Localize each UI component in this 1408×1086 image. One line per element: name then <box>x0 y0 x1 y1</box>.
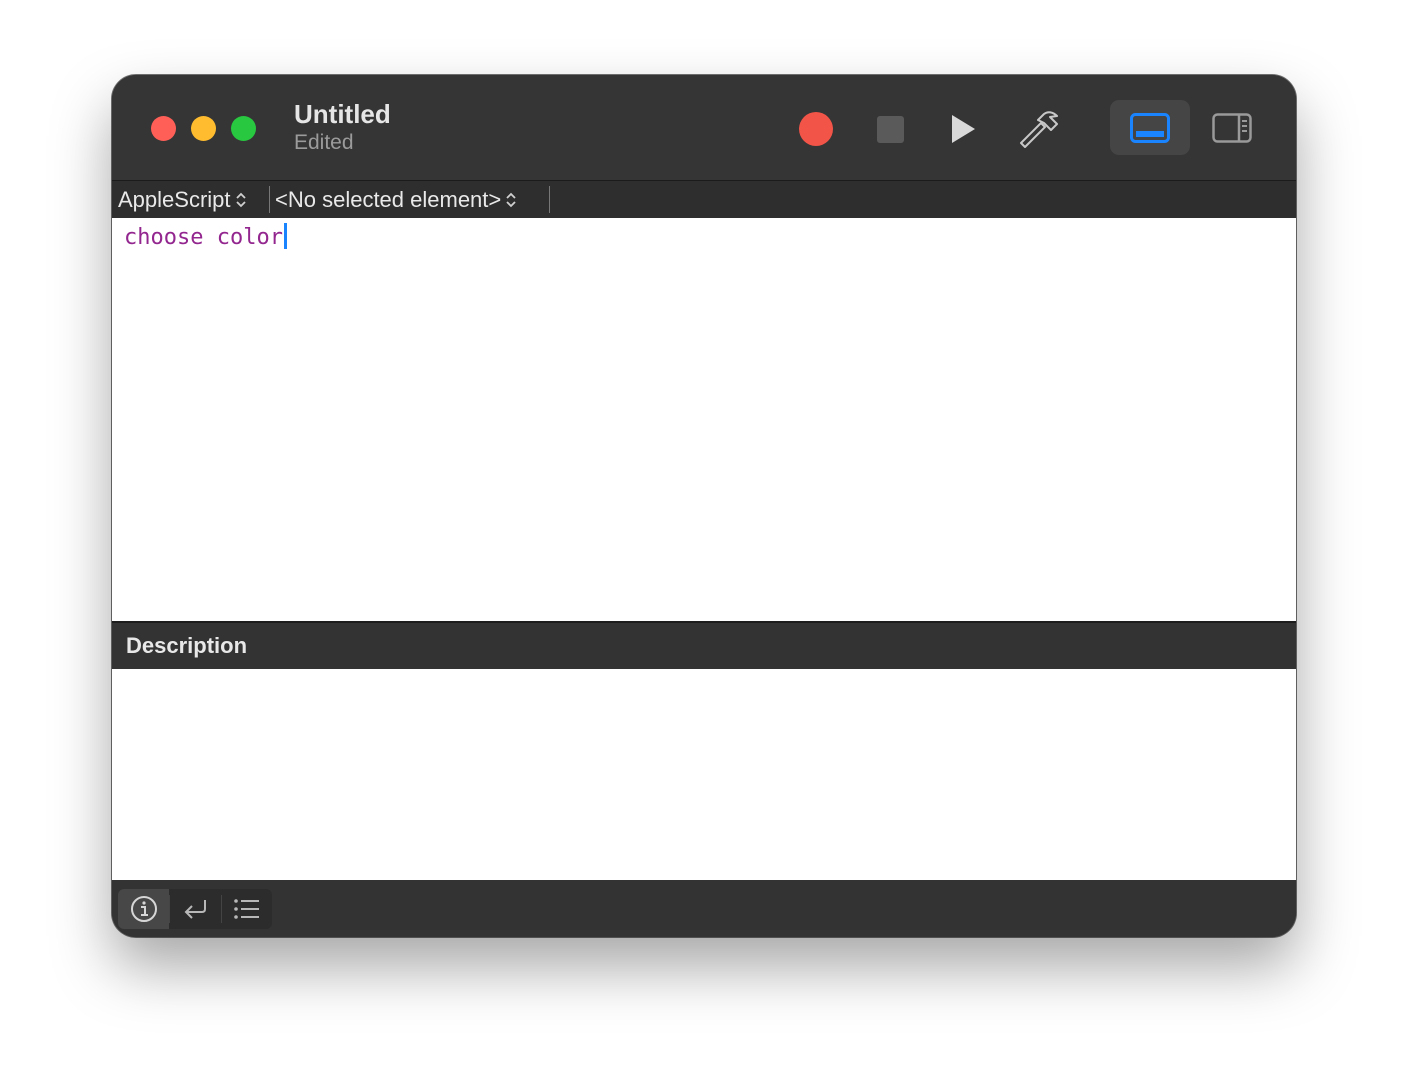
script-editor-window: Untitled Edited AppleScript <No selected… <box>112 75 1296 937</box>
nav-divider <box>269 186 270 213</box>
run-button[interactable] <box>941 107 985 151</box>
chevron-updown-icon <box>235 192 246 207</box>
reply-button[interactable] <box>169 889 220 929</box>
description-body[interactable] <box>112 669 1296 880</box>
script-editor[interactable]: choose color <box>112 218 1296 621</box>
bottom-segmented-control <box>118 889 272 929</box>
language-label: AppleScript <box>118 187 231 212</box>
code-line[interactable]: choose color <box>124 222 287 254</box>
info-icon <box>130 896 157 922</box>
info-button[interactable] <box>118 889 169 929</box>
record-icon <box>799 112 833 146</box>
compile-button[interactable] <box>1017 107 1061 151</box>
play-icon <box>952 115 975 143</box>
window-subtitle: Edited <box>294 131 354 154</box>
bottom-panel-icon <box>1130 112 1170 143</box>
chevron-updown-icon <box>506 192 516 207</box>
text-caret <box>283 223 287 249</box>
zoom-button[interactable] <box>231 116 256 141</box>
show-bottom-panel-button[interactable] <box>1110 100 1190 155</box>
log-button[interactable] <box>221 889 272 929</box>
element-label: <No selected element> <box>275 187 502 212</box>
minimize-button[interactable] <box>191 116 216 141</box>
window-title: Untitled <box>294 99 391 129</box>
code-text: choose color <box>124 225 283 250</box>
description-header: Description <box>112 623 1296 669</box>
hammer-icon <box>1020 111 1058 148</box>
bottom-bar <box>112 880 1296 937</box>
element-popup[interactable]: <No selected element> <box>275 181 517 218</box>
close-button[interactable] <box>151 116 176 141</box>
nav-divider <box>549 186 550 213</box>
stop-icon <box>876 115 904 143</box>
title-bar[interactable]: Untitled Edited <box>112 75 1296 181</box>
language-popup[interactable]: AppleScript <box>118 181 247 218</box>
list-icon <box>233 899 259 919</box>
show-sidebar-button[interactable] <box>1192 100 1272 155</box>
reply-icon <box>184 900 206 919</box>
sidebar-icon <box>1212 112 1252 143</box>
description-title: Description <box>126 633 248 658</box>
stop-button[interactable] <box>868 107 912 151</box>
record-button[interactable] <box>794 107 838 151</box>
navigation-bar: AppleScript <No selected element> <box>112 181 1296 218</box>
